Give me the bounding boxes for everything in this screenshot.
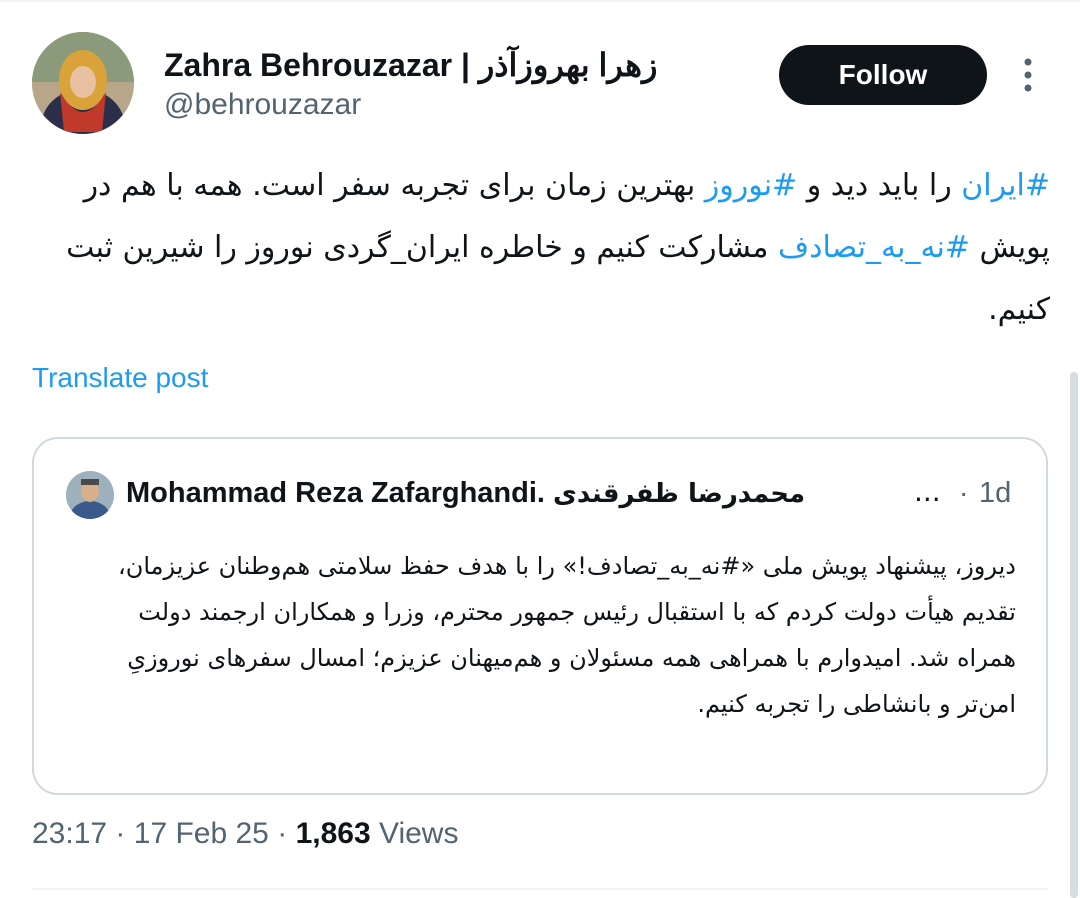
hashtag-no-accident[interactable]: #نه_به_تصادف — [778, 230, 970, 265]
meta-separator: · — [115, 817, 126, 850]
quoted-post-text: دیروز، پیشنهاد پویش ملی «#نه_به_تصادف!» … — [117, 552, 1016, 718]
author-display-name[interactable]: Zahra Behrouzazar | زهرا بهروزآذر — [164, 47, 657, 83]
top-divider — [0, 0, 1080, 2]
hashtag-iran[interactable]: #ایران — [961, 168, 1050, 203]
bottom-divider — [32, 888, 1048, 890]
follow-button[interactable]: Follow — [779, 45, 987, 105]
post-time[interactable]: 23:17 — [32, 817, 107, 850]
post-text-segment: را باید دید و — [797, 168, 962, 203]
meta-separator: · — [277, 817, 288, 850]
hashtag-nowruz[interactable]: #نوروز — [705, 168, 797, 203]
quoted-author-name-fa: محمدرضا ظفرقندی — [553, 479, 806, 509]
quoted-separator: · — [959, 477, 969, 508]
author-handle[interactable]: @behrouzazar — [164, 88, 361, 122]
post-metadata: 23:17 · 17 Feb 25 · 1,863 Views — [32, 817, 458, 851]
post-text: #ایران را باید دید و #نوروز بهترین زمان … — [32, 155, 1050, 341]
quoted-author-avatar[interactable] — [66, 471, 114, 519]
quoted-post-card[interactable]: Mohammad Reza Zafarghandi. محمدرضا ظفرقن… — [32, 437, 1048, 795]
author-avatar[interactable] — [32, 32, 134, 134]
author-name-row: Zahra Behrouzazar | زهرا بهروزآذر — [164, 46, 657, 84]
views-label: Views — [378, 817, 459, 850]
quoted-name-ellipsis: ... — [914, 475, 941, 508]
quoted-author-name-en: Mohammad Reza Zafarghandi. — [126, 477, 545, 509]
post-date[interactable]: 17 Feb 25 — [134, 817, 269, 850]
quoted-timestamp[interactable]: 1d — [979, 477, 1011, 510]
quoted-post-header: Mohammad Reza Zafarghandi. محمدرضا ظفرقن… — [126, 475, 1012, 517]
more-options-icon[interactable] — [1018, 55, 1038, 95]
quoted-author-name[interactable]: Mohammad Reza Zafarghandi. محمدرضا ظفرقن… — [126, 477, 805, 510]
views-count: 1,863 — [295, 817, 371, 850]
scrollbar[interactable] — [1070, 372, 1078, 898]
translate-post-link[interactable]: Translate post — [32, 362, 208, 394]
